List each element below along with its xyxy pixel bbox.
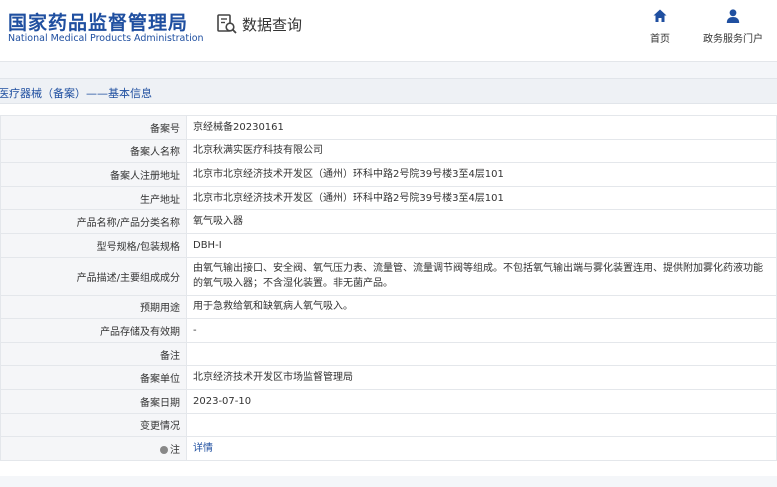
search-document-icon [217,14,237,34]
detail-link[interactable]: 详情 [193,443,213,454]
breadcrumb: 医疗器械（备案）——基本信息 [0,78,777,104]
site-header: 国家药品监督管理局 National Medical Products Admi… [0,0,777,62]
nav-home[interactable]: 首页 [650,8,670,45]
row-label: 备案号 [0,115,187,140]
table-row: 备案人注册地址 北京市北京经济技术开发区（通州）环科中路2号院39号楼3至4层1… [0,162,777,187]
logo-subtitle: National Medical Products Administration [8,33,204,44]
row-value [186,341,777,367]
content-spacer [0,104,777,115]
table-row: 备注 [0,341,777,367]
row-value: 北京经济技术开发区市场监督管理局 [186,365,777,390]
row-value: 北京市北京经济技术开发区（通州）环科中路2号院39号楼3至4层101 [186,162,777,187]
table-row: 预期用途 用于急救给氧和缺氧病人氧气吸入。 [0,294,777,320]
table-row: 型号规格/包装规格 DBH-I [0,232,777,258]
table-row: 变更情况 [0,412,777,438]
table-row: 备案人名称 北京秋满实医疗科技有限公司 [0,138,777,164]
table-row: 产品名称/产品分类名称 氧气吸入器 [0,209,777,234]
row-label: 预期用途 [0,294,187,320]
data-search-label: 数据查询 [242,15,303,34]
row-value: DBH-I [186,232,777,258]
row-label: 备案单位 [0,365,187,390]
row-value: 京经械备20230161 [186,115,777,140]
table-row: 备案单位 北京经济技术开发区市场监督管理局 [0,365,777,390]
row-label: 变更情况 [0,412,187,438]
detail-table: 备案号 京经械备20230161 备案人名称 北京秋满实医疗科技有限公司 备案人… [0,115,777,461]
row-value: 用于急救给氧和缺氧病人氧气吸入。 [186,294,777,320]
user-icon [726,9,740,23]
note-row-label: 注 [0,436,187,461]
table-row: 产品描述/主要组成成分 由氧气输出接口、安全阀、氧气压力表、流量管、流量调节阀等… [0,256,777,296]
table-row: 备案号 京经械备20230161 [0,115,777,140]
row-label: 备案人注册地址 [0,162,187,187]
home-icon [653,9,667,22]
row-value: 北京秋满实医疗科技有限公司 [186,138,777,164]
nav-gov-label: 政务服务门户 [703,34,763,45]
row-label: 产品存储及有效期 [0,318,187,343]
data-search-link[interactable]: 数据查询 [216,13,302,35]
table-row: 产品存储及有效期 - [0,318,777,343]
row-value: 由氧气输出接口、安全阀、氧气压力表、流量管、流量调节阀等组成。不包括氧气输出端与… [186,256,777,296]
breadcrumb-text: 医疗器械（备案）——基本信息 [0,87,152,100]
row-label: 型号规格/包装规格 [0,232,187,258]
nav-home-label: 首页 [650,34,670,45]
info-dot-icon [160,445,168,454]
row-value [186,412,777,438]
footer-spacer [0,476,777,487]
table-row: 生产地址 北京市北京经济技术开发区（通州）环科中路2号院39号楼3至4层101 [0,185,777,211]
row-label: 备案日期 [0,388,187,414]
row-value: 2023-07-10 [186,388,777,414]
nav-gov-portal[interactable]: 政务服务门户 [703,8,763,45]
row-value: 氧气吸入器 [186,209,777,234]
logo-title[interactable]: 国家药品监督管理局 [8,8,188,35]
row-label: 产品名称/产品分类名称 [0,209,187,234]
row-label: 备案人名称 [0,138,187,164]
row-label: 产品描述/主要组成成分 [0,256,187,296]
row-value: 北京市北京经济技术开发区（通州）环科中路2号院39号楼3至4层101 [186,185,777,211]
row-label: 备注 [0,341,187,367]
table-row: 注 详情 [0,436,777,461]
row-label: 生产地址 [0,185,187,211]
header-spacer [0,62,777,78]
table-row: 备案日期 2023-07-10 [0,388,777,414]
note-label-text: 注 [170,444,180,456]
note-row-value: 详情 [186,436,777,461]
row-value: - [186,318,777,343]
